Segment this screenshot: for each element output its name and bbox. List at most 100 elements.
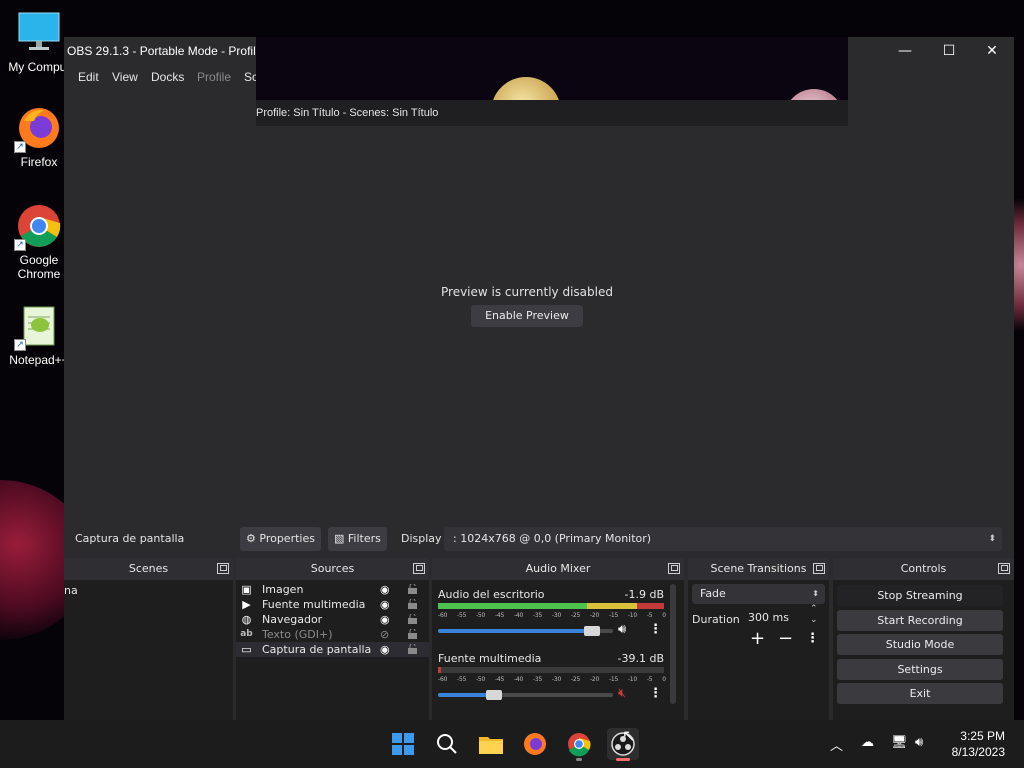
active-indicator: [616, 758, 630, 761]
unlock-icon[interactable]: [408, 614, 417, 624]
file-explorer-icon[interactable]: [475, 728, 507, 760]
add-transition-icon[interactable]: +: [750, 628, 765, 649]
speaker-icon[interactable]: 🔊︎: [618, 622, 626, 637]
filters-button[interactable]: ▧ Filters: [328, 527, 387, 551]
display-select-value: : 1024x768 @ 0,0 (Primary Monitor): [453, 532, 652, 545]
filter-icon: ▧: [334, 532, 345, 545]
undock-icon[interactable]: [413, 563, 425, 574]
scenes-dock-title: Scenes: [64, 558, 233, 580]
exit-button[interactable]: Exit: [837, 683, 1003, 704]
scale-tick: -30: [551, 676, 562, 683]
windows-start-icon[interactable]: [387, 728, 419, 760]
undock-icon[interactable]: [813, 563, 825, 574]
unlock-icon[interactable]: [408, 629, 417, 639]
display-select[interactable]: : 1024x768 @ 0,0 (Primary Monitor) ⬍: [444, 527, 1002, 551]
scale-tick: -5: [646, 612, 653, 619]
volume-slider-handle[interactable]: [584, 626, 600, 636]
scene-transitions-dock: Scene Transitions Fade ⬍ Duration 300 ms…: [688, 558, 829, 720]
eye-icon[interactable]: ◉: [380, 597, 390, 612]
speaker-muted-icon[interactable]: 🔇︎: [618, 686, 626, 701]
duration-stepper[interactable]: ⌃ ⌄: [810, 604, 818, 626]
source-item-fuente-multimedia[interactable]: ▶ Fuente multimedia ◉: [236, 597, 429, 612]
gear-icon: ⚙: [246, 532, 256, 545]
scene-item[interactable]: na: [64, 582, 233, 600]
shortcut-arrow-icon: ↗: [14, 141, 26, 153]
scale-tick: -60: [438, 612, 448, 619]
settings-button[interactable]: Settings: [837, 659, 1003, 680]
scenes-dock: Scenes na: [64, 558, 233, 720]
scale-tick: -40: [513, 612, 524, 619]
controls-title: Controls: [833, 558, 1014, 580]
network-icon[interactable]: 🖥︎: [891, 735, 908, 750]
scale-tick: -45: [494, 612, 505, 619]
source-item-texto-gdi[interactable]: ab Texto (GDI+) ⊘: [236, 627, 429, 642]
mixer-channel-db: -39.1 dB: [617, 652, 665, 665]
menu-docks[interactable]: Docks: [151, 70, 184, 84]
firefox-icon[interactable]: [519, 728, 551, 760]
properties-button[interactable]: ⚙ Properties: [240, 527, 321, 551]
eye-hidden-icon[interactable]: ⊘: [380, 627, 389, 642]
eye-icon[interactable]: ◉: [380, 612, 390, 627]
unlock-icon[interactable]: [408, 644, 417, 654]
volume-icon[interactable]: 🔊︎: [915, 735, 923, 750]
more-options-icon[interactable]: ⋮: [649, 686, 662, 701]
menu-edit[interactable]: Edit: [78, 70, 99, 84]
scale-tick: -55: [456, 612, 467, 619]
scale-tick: -35: [532, 612, 543, 619]
search-icon[interactable]: [431, 728, 463, 760]
close-button[interactable]: ✕: [970, 37, 1014, 65]
undock-icon[interactable]: [668, 563, 680, 574]
menu-profile[interactable]: Profile: [197, 70, 231, 84]
chevron-up-icon[interactable]: ︿: [830, 735, 843, 754]
globe-icon: ◍: [241, 613, 252, 626]
scale-tick: -35: [532, 676, 543, 683]
duration-input[interactable]: 300 ms: [742, 608, 808, 628]
notepadpp-icon: ↗: [14, 303, 62, 351]
monitor-icon: [16, 10, 62, 56]
maximize-button[interactable]: ☐: [927, 37, 971, 65]
clock-date: 8/13/2023: [951, 745, 1005, 759]
studio-mode-button[interactable]: Studio Mode: [837, 634, 1003, 655]
clock-time: 3:25 PM: [960, 729, 1005, 743]
volume-slider-handle[interactable]: [486, 690, 502, 700]
source-item-imagen[interactable]: ▣ Imagen ◉: [236, 582, 429, 597]
source-name: Captura de pantalla: [262, 643, 372, 656]
volume-slider[interactable]: [438, 690, 613, 700]
mixer-scrollbar[interactable]: [670, 584, 676, 704]
undock-icon[interactable]: [217, 563, 229, 574]
scale-tick: -40: [513, 676, 524, 683]
undock-icon[interactable]: [998, 563, 1010, 574]
mixer-channel-name: Audio del escritorio: [438, 588, 545, 601]
source-item-captura-de-pantalla[interactable]: ▭ Captura de pantalla ◉: [236, 642, 429, 657]
chevron-updown-icon: ⬍: [812, 589, 819, 598]
eye-icon[interactable]: ◉: [380, 642, 390, 657]
obs-projector-window[interactable]: Profile: Sin Título - Scenes: Sin Título: [256, 37, 848, 126]
transition-options-icon[interactable]: ⋮: [806, 631, 819, 646]
scale-tick: -45: [494, 676, 505, 683]
scale-tick: -55: [456, 676, 467, 683]
more-options-icon[interactable]: ⋮: [649, 622, 662, 637]
menu-view[interactable]: View: [112, 70, 138, 84]
scale-tick: -20: [589, 676, 600, 683]
stop-streaming-button[interactable]: Stop Streaming: [837, 585, 1003, 606]
unlock-icon[interactable]: [408, 599, 417, 609]
window-title: OBS 29.1.3 - Portable Mode - Profile: S: [67, 44, 257, 58]
source-name: Fuente multimedia: [262, 598, 366, 611]
enable-preview-button[interactable]: Enable Preview: [471, 305, 583, 327]
chrome-icon[interactable]: [563, 728, 595, 761]
source-item-navegador[interactable]: ◍ Navegador ◉: [236, 612, 429, 627]
obs-window: OBS 29.1.3 - Portable Mode - Profile: S …: [64, 37, 1014, 720]
remove-transition-icon[interactable]: −: [778, 628, 793, 649]
transition-select[interactable]: Fade ⬍: [692, 584, 825, 604]
unlock-icon[interactable]: [408, 584, 417, 594]
scale-tick: -60: [438, 676, 448, 683]
scale-tick: -10: [627, 676, 638, 683]
minimize-button[interactable]: —: [883, 37, 927, 65]
system-clock[interactable]: 3:25 PM 8/13/2023: [952, 728, 1005, 760]
meter-level-green: [438, 603, 588, 609]
scale-tick: -30: [551, 612, 562, 619]
eye-icon[interactable]: ◉: [380, 582, 390, 597]
volume-slider[interactable]: [438, 626, 613, 636]
start-recording-button[interactable]: Start Recording: [837, 610, 1003, 631]
onedrive-icon[interactable]: ☁: [861, 735, 874, 750]
